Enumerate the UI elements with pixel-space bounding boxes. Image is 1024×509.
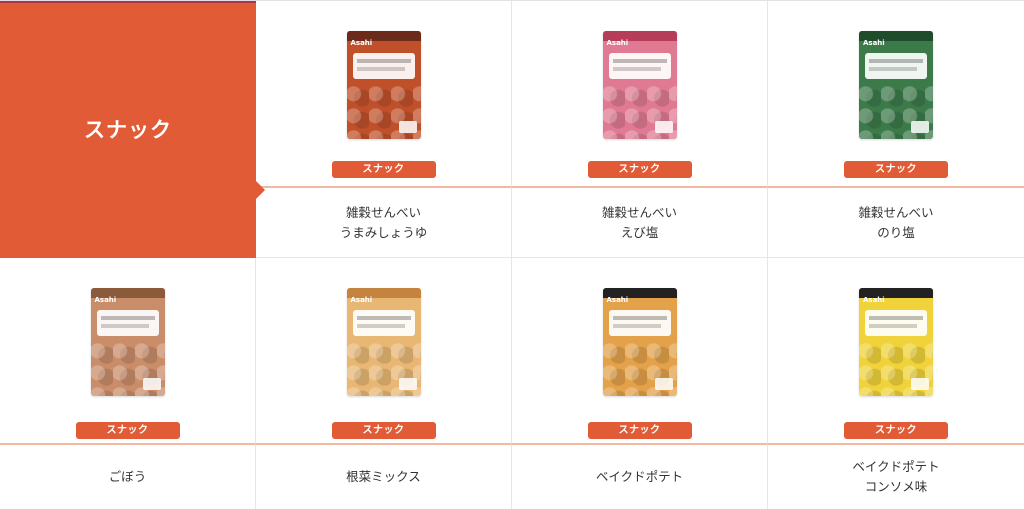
product-name[interactable]: 根菜ミックス (346, 467, 421, 487)
product-card-1[interactable]: Asahi スナック (512, 1, 768, 188)
product-name-cell[interactable]: ごぼう (0, 445, 256, 509)
category-tag-button[interactable]: スナック (587, 422, 692, 439)
product-name[interactable]: ベイクドポテト コンソメ味 (852, 457, 939, 497)
product-card-3[interactable]: Asahi スナック (0, 258, 256, 445)
product-card-0[interactable]: Asahi スナック (256, 1, 512, 188)
product-name[interactable]: ベイクドポテト (596, 467, 683, 487)
category-tag-button[interactable]: スナック (331, 422, 436, 439)
product-image[interactable]: Asahi (602, 31, 677, 139)
category-tag-button[interactable]: スナック (331, 161, 436, 178)
category-header: スナック (0, 1, 265, 258)
category-title: スナック (84, 117, 172, 142)
product-name[interactable]: 雑穀せんべい うまみしょうゆ (340, 203, 428, 243)
product-name-cell[interactable]: 根菜ミックス (256, 445, 512, 509)
product-image[interactable]: Asahi (859, 31, 933, 139)
product-card-6[interactable]: Asahi スナック (768, 258, 1024, 445)
product-image[interactable]: Asahi (346, 31, 421, 139)
category-tag-button[interactable]: スナック (844, 161, 948, 178)
product-grid: スナック Asahi スナック Asahi スナック Asahi スナック 雑穀… (0, 0, 1024, 509)
product-name-cell[interactable]: ベイクドポテト コンソメ味 (768, 445, 1024, 509)
category-tag-button[interactable]: スナック (587, 161, 692, 178)
product-name[interactable]: ごぼう (109, 467, 147, 487)
product-image[interactable]: Asahi (346, 288, 421, 396)
category-tag-button[interactable]: スナック (75, 422, 180, 439)
product-name[interactable]: 雑穀せんべい のり塩 (858, 203, 933, 243)
product-name[interactable]: 雑穀せんべい えび塩 (602, 203, 677, 243)
product-image[interactable]: Asahi (602, 288, 677, 396)
category-tag-button[interactable]: スナック (844, 422, 948, 439)
product-card-5[interactable]: Asahi スナック (512, 258, 768, 445)
product-card-4[interactable]: Asahi スナック (256, 258, 512, 445)
product-name-cell[interactable]: 雑穀せんべい えび塩 (512, 188, 768, 258)
product-card-2[interactable]: Asahi スナック (768, 1, 1024, 188)
product-name-cell[interactable]: 雑穀せんべい のり塩 (768, 188, 1024, 258)
product-name-cell[interactable]: 雑穀せんべい うまみしょうゆ (256, 188, 512, 258)
product-image[interactable]: Asahi (90, 288, 165, 396)
product-name-cell[interactable]: ベイクドポテト (512, 445, 768, 509)
product-image[interactable]: Asahi (859, 288, 933, 396)
category-pointer-arrow (256, 181, 265, 199)
